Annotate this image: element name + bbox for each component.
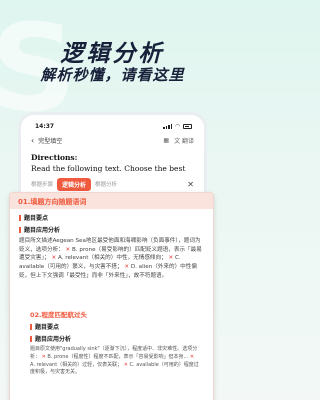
grid-icon[interactable]: ▦ [163,137,169,144]
wrong-mark-icon: ✕ [65,246,71,253]
second-body: 题目原文使用"gradually sink"（逐渐下沉），程度适中、非灾难性。选… [30,346,199,376]
section-title: 题目应用分析 [35,336,72,343]
section-title: 题目要点 [35,324,60,331]
analysis-tabs: 根据步骤 逻辑分析 根据分析 ✕ [21,177,204,191]
nav-bar: ‹ 完型填空 ▦ 文 翻译 [21,131,204,149]
analysis-header: 01.填题方向随题语词 [10,193,213,209]
status-time: 14:37 [35,123,55,130]
wrong-mark-icon: ✕ [123,361,128,368]
second-header: 02.程度匹配航过头 [30,311,88,319]
wrong-mark-icon: ✕ [51,255,57,262]
tab-steps[interactable]: 根据步骤 [31,180,53,188]
tab-analysis[interactable]: 根据分析 [95,180,117,188]
wifi-icon: ◠ [175,123,180,130]
chevron-left-icon[interactable]: ‹ [31,136,34,145]
section-title: 题目要点 [24,215,49,222]
directions-heading: Directions: [31,153,78,162]
question-text: Directions: Read the following text. Cho… [21,149,204,173]
analysis-body: 题目所文描述Aegean Sea地区最受他面和海啸影响（负面事件），题词为贬义，… [19,238,202,279]
wrong-mark-icon: ✕ [168,255,174,262]
close-icon[interactable]: ✕ [187,180,194,189]
page-title: 完型填空 [38,137,63,145]
hero-title: 逻辑分析 [60,41,165,67]
section-title: 题目应用分析 [24,227,61,234]
status-bar: 14:37 ◠ [21,115,204,131]
second-analysis-card: 02.程度匹配航过头 题目要点 题目应用分析 题目原文使用"gradually … [22,305,208,400]
wrong-mark-icon: ✕ [189,353,195,360]
battery-icon [183,124,192,129]
wrong-mark-icon: ✕ [124,263,130,270]
translate-button[interactable]: 文 翻译 [174,136,194,145]
section-marker [30,323,32,330]
directions-line: Read the following text. Choose the best [31,164,186,173]
tab-logic-analysis[interactable]: 逻辑分析 [57,177,92,191]
section-marker [30,335,32,342]
signal-icon [163,124,173,129]
hero-subtitle: 解析秒懂，请看这里 [40,66,185,84]
section-marker [19,214,21,221]
section-marker [19,226,21,233]
wrong-mark-icon: ✕ [41,353,46,360]
